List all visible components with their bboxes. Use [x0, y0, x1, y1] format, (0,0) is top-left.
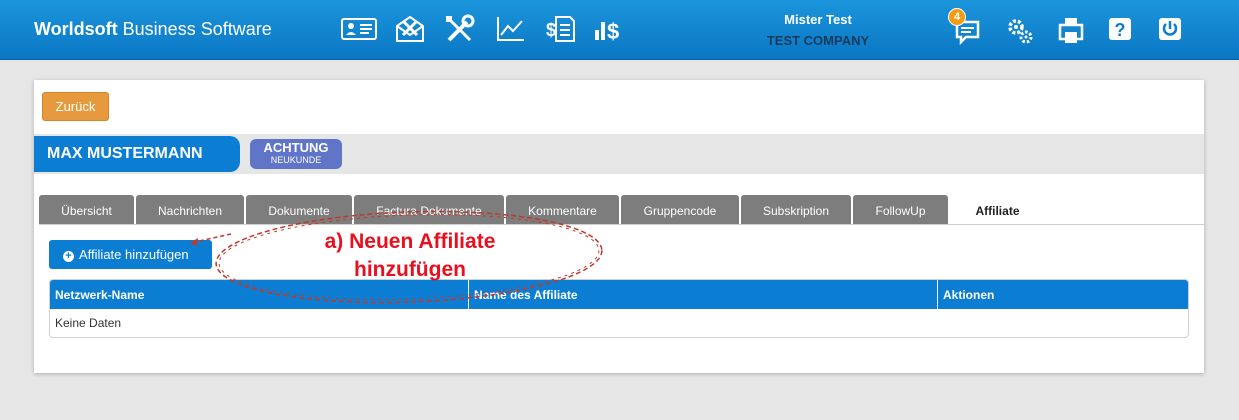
mail-tools-icon[interactable]	[391, 12, 429, 46]
column-header-affiliate-name[interactable]: Name des Affiliate	[469, 280, 938, 309]
bar-dollar-icon[interactable]: $	[592, 12, 630, 46]
tab-factura-dokumente[interactable]: Factura Dokumente	[354, 195, 504, 225]
wrench-screwdriver-icon[interactable]	[441, 12, 479, 46]
warning-badge: ACHTUNG NEUKUNDE	[250, 139, 342, 169]
top-bar: Worldsoft Business Software $ $ Mister T…	[0, 0, 1239, 60]
print-icon[interactable]	[1056, 12, 1086, 46]
svg-text:$: $	[546, 20, 556, 40]
table-header: Netzwerk-Name Name des Affiliate Aktione…	[50, 280, 1188, 309]
annotation-line-1: a) Neuen Affiliate	[324, 230, 496, 253]
annotation-label: a) Neuen Affiliate hinzufügen	[290, 228, 530, 284]
add-affiliate-button[interactable]: + Affiliate hinzufügen	[49, 240, 212, 269]
back-button[interactable]: Zurück	[42, 92, 109, 121]
warning-title: ACHTUNG	[263, 140, 329, 155]
column-header-actions: Aktionen	[943, 288, 995, 302]
chart-line-icon[interactable]	[492, 12, 530, 46]
affiliate-table: Netzwerk-Name Name des Affiliate Aktione…	[49, 279, 1189, 338]
tab-dokumente[interactable]: Dokumente	[246, 195, 352, 225]
tab-bar: Übersicht Nachrichten Dokumente Factura …	[39, 195, 1204, 225]
tab-divider	[39, 224, 1204, 225]
tab-kommentare[interactable]: Kommentare	[506, 195, 619, 225]
user-info: Mister Test TEST COMPANY	[740, 12, 896, 48]
help-icon[interactable]: ?	[1105, 12, 1135, 46]
customer-panel: Zurück MAX MUSTERMANN ACHTUNG NEUKUNDE Ü…	[34, 80, 1204, 373]
tab-nachrichten[interactable]: Nachrichten	[136, 195, 244, 225]
brand-logo: Worldsoft Business Software	[34, 19, 272, 39]
tab-uebersicht[interactable]: Übersicht	[39, 195, 134, 225]
empty-table-message: Keine Daten	[55, 316, 122, 330]
notification-badge[interactable]: 4	[948, 8, 966, 26]
add-affiliate-label: Affiliate hinzufügen	[79, 247, 189, 262]
tab-followup[interactable]: FollowUp	[853, 195, 948, 225]
power-icon[interactable]	[1155, 12, 1185, 46]
svg-text:?: ?	[1115, 20, 1126, 40]
annotation-line-2: hinzufügen	[354, 258, 466, 281]
tab-affiliate[interactable]: Affiliate	[950, 195, 1045, 225]
customer-name: MAX MUSTERMANN	[34, 136, 240, 172]
tab-gruppencode[interactable]: Gruppencode	[621, 195, 739, 225]
invoice-dollar-icon[interactable]: $	[542, 12, 580, 46]
user-name: Mister Test	[784, 12, 852, 27]
contact-card-icon[interactable]	[340, 12, 378, 46]
tab-subskription[interactable]: Subskription	[741, 195, 851, 225]
company-name: TEST COMPANY	[766, 33, 870, 48]
gears-icon[interactable]	[1005, 12, 1035, 46]
plus-circle-icon: +	[63, 251, 74, 262]
warning-subtitle: NEUKUNDE	[270, 155, 322, 165]
svg-text:$: $	[607, 19, 619, 44]
column-header-network[interactable]: Netzwerk-Name	[50, 280, 469, 309]
